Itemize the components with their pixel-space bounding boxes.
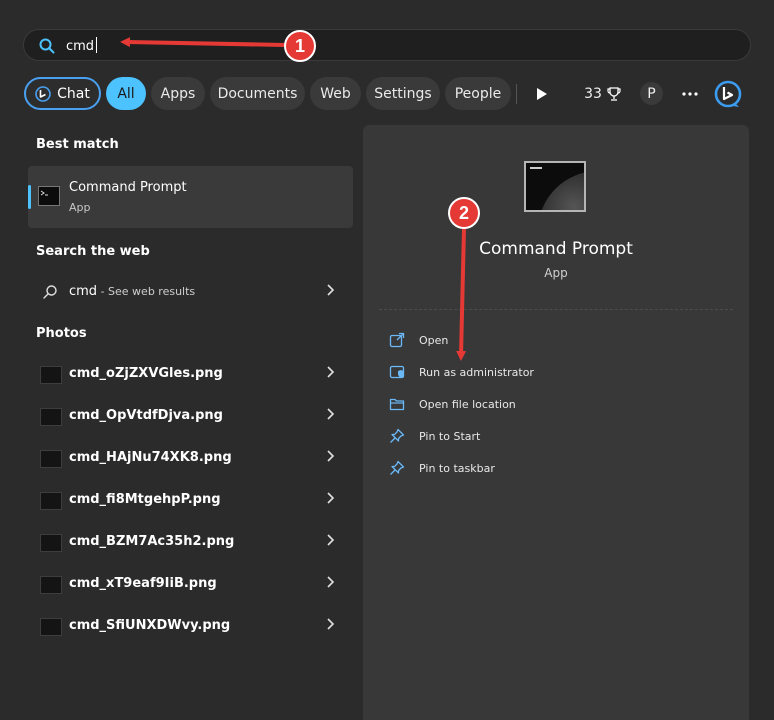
icon-prompt-line bbox=[530, 167, 542, 169]
action-run-as-administrator[interactable]: Run as administrator bbox=[389, 361, 534, 383]
photo-filename: cmd_OpVtdfDjva.png bbox=[69, 408, 223, 423]
search-bar[interactable] bbox=[23, 29, 751, 61]
search-icon bbox=[43, 285, 57, 299]
photo-result[interactable]: cmd_OpVtdfDjva.png bbox=[28, 396, 353, 436]
photo-thumbnail bbox=[40, 366, 62, 384]
photo-result[interactable]: cmd_fi8MtgehpP.png bbox=[28, 480, 353, 520]
more-options-button[interactable] bbox=[676, 77, 704, 110]
photo-thumbnail bbox=[40, 492, 62, 510]
trophy-icon bbox=[607, 86, 621, 101]
photo-thumbnail bbox=[40, 576, 62, 594]
details-title: Command Prompt bbox=[479, 239, 633, 259]
windows-search-window: Chat All Apps Documents Web Settings Peo… bbox=[0, 0, 774, 720]
search-web-heading: Search the web bbox=[36, 244, 150, 259]
tab-settings[interactable]: Settings bbox=[366, 77, 440, 110]
photo-result[interactable]: cmd_BZM7Ac35h2.png bbox=[28, 522, 353, 562]
action-run-as-administrator-label: Run as administrator bbox=[419, 365, 534, 379]
photo-thumbnail bbox=[40, 450, 62, 468]
tab-people-label: People bbox=[454, 85, 502, 102]
search-input[interactable] bbox=[66, 35, 666, 57]
search-icon bbox=[39, 38, 55, 54]
photo-result[interactable]: cmd_SfiUNXDWvy.png bbox=[28, 606, 353, 646]
rewards-points-value: 33 bbox=[584, 85, 602, 102]
best-match-name: Command Prompt bbox=[69, 180, 187, 195]
photo-filename: cmd_HAjNu74XK8.png bbox=[69, 450, 232, 465]
chevron-right-icon bbox=[327, 576, 335, 588]
tab-documents[interactable]: Documents bbox=[210, 77, 305, 110]
photo-result[interactable]: cmd_oZjZXVGles.png bbox=[28, 354, 353, 394]
profile-avatar-initial: P bbox=[647, 85, 656, 102]
chevron-right-icon bbox=[327, 492, 335, 504]
annotation-badge-1: 1 bbox=[284, 30, 316, 62]
action-open-label: Open bbox=[419, 333, 449, 347]
chevron-right-icon bbox=[327, 450, 335, 462]
selection-indicator bbox=[28, 185, 31, 209]
chat-chip-label: Chat bbox=[57, 85, 90, 102]
tab-documents-label: Documents bbox=[217, 85, 298, 102]
chevron-right-icon bbox=[327, 284, 335, 296]
chat-chip[interactable]: Chat bbox=[24, 77, 101, 110]
chevron-right-icon bbox=[327, 534, 335, 546]
tab-settings-label: Settings bbox=[374, 85, 432, 102]
best-match-result[interactable]: Command Prompt App bbox=[28, 166, 353, 228]
console-glyph-icon bbox=[40, 190, 48, 196]
tab-all-label: All bbox=[117, 85, 135, 102]
photo-filename: cmd_oZjZXVGles.png bbox=[69, 366, 223, 381]
tab-apps[interactable]: Apps bbox=[151, 77, 205, 110]
action-open-file-location[interactable]: Open file location bbox=[389, 393, 516, 415]
action-pin-to-start-label: Pin to Start bbox=[419, 429, 481, 443]
open-external-icon bbox=[389, 332, 405, 348]
shield-admin-icon bbox=[389, 365, 405, 379]
details-separator bbox=[379, 309, 733, 310]
chevron-right-icon bbox=[327, 408, 335, 420]
play-icon bbox=[537, 87, 547, 100]
photo-thumbnail bbox=[40, 618, 62, 636]
pin-icon bbox=[390, 428, 405, 443]
tab-web-label: Web bbox=[320, 85, 351, 102]
tab-apps-label: Apps bbox=[160, 85, 196, 102]
photo-filename: cmd_fi8MtgehpP.png bbox=[69, 492, 221, 507]
text-caret bbox=[96, 37, 97, 53]
action-open-file-location-label: Open file location bbox=[419, 397, 516, 411]
photo-filename: cmd_BZM7Ac35h2.png bbox=[69, 534, 235, 549]
action-pin-to-start[interactable]: Pin to Start bbox=[389, 425, 480, 447]
more-filters-button[interactable] bbox=[527, 77, 557, 110]
photo-filename: cmd_xT9eaf9IiB.png bbox=[69, 576, 217, 591]
tab-all[interactable]: All bbox=[106, 77, 146, 110]
action-pin-to-taskbar[interactable]: Pin to taskbar bbox=[389, 457, 495, 479]
chevron-right-icon bbox=[327, 366, 335, 378]
best-match-heading: Best match bbox=[36, 137, 119, 152]
bing-button[interactable] bbox=[712, 77, 744, 110]
best-match-type: App bbox=[69, 201, 91, 214]
chevron-right-icon bbox=[327, 618, 335, 630]
tab-web[interactable]: Web bbox=[310, 77, 361, 110]
tab-people[interactable]: People bbox=[445, 77, 511, 110]
web-suffix: - See web results bbox=[97, 285, 196, 298]
action-pin-to-taskbar-label: Pin to taskbar bbox=[419, 461, 495, 475]
pin-icon bbox=[390, 460, 405, 475]
profile-avatar[interactable]: P bbox=[640, 82, 663, 105]
rewards-points[interactable]: 33 bbox=[581, 77, 625, 110]
photo-thumbnail bbox=[40, 534, 62, 552]
web-query: cmd bbox=[69, 284, 98, 299]
annotation-badge-2: 2 bbox=[448, 197, 480, 229]
folder-icon bbox=[389, 398, 405, 411]
icon-glow bbox=[538, 171, 584, 210]
photo-result[interactable]: cmd_HAjNu74XK8.png bbox=[28, 438, 353, 478]
command-prompt-icon bbox=[38, 186, 60, 206]
details-panel: Command Prompt App Open Run as administr… bbox=[363, 125, 749, 720]
filters-divider bbox=[516, 84, 517, 104]
command-prompt-large-icon bbox=[524, 161, 586, 212]
bing-icon bbox=[714, 80, 742, 107]
details-type: App bbox=[544, 266, 568, 280]
photo-filename: cmd_SfiUNXDWvy.png bbox=[69, 618, 231, 633]
web-search-result[interactable]: cmd - See web results bbox=[28, 272, 353, 312]
photos-heading: Photos bbox=[36, 326, 87, 341]
ellipsis-icon bbox=[682, 91, 698, 96]
bing-chat-icon bbox=[35, 85, 51, 102]
action-open[interactable]: Open bbox=[389, 329, 448, 351]
photo-thumbnail bbox=[40, 408, 62, 426]
photo-result[interactable]: cmd_xT9eaf9IiB.png bbox=[28, 564, 353, 604]
